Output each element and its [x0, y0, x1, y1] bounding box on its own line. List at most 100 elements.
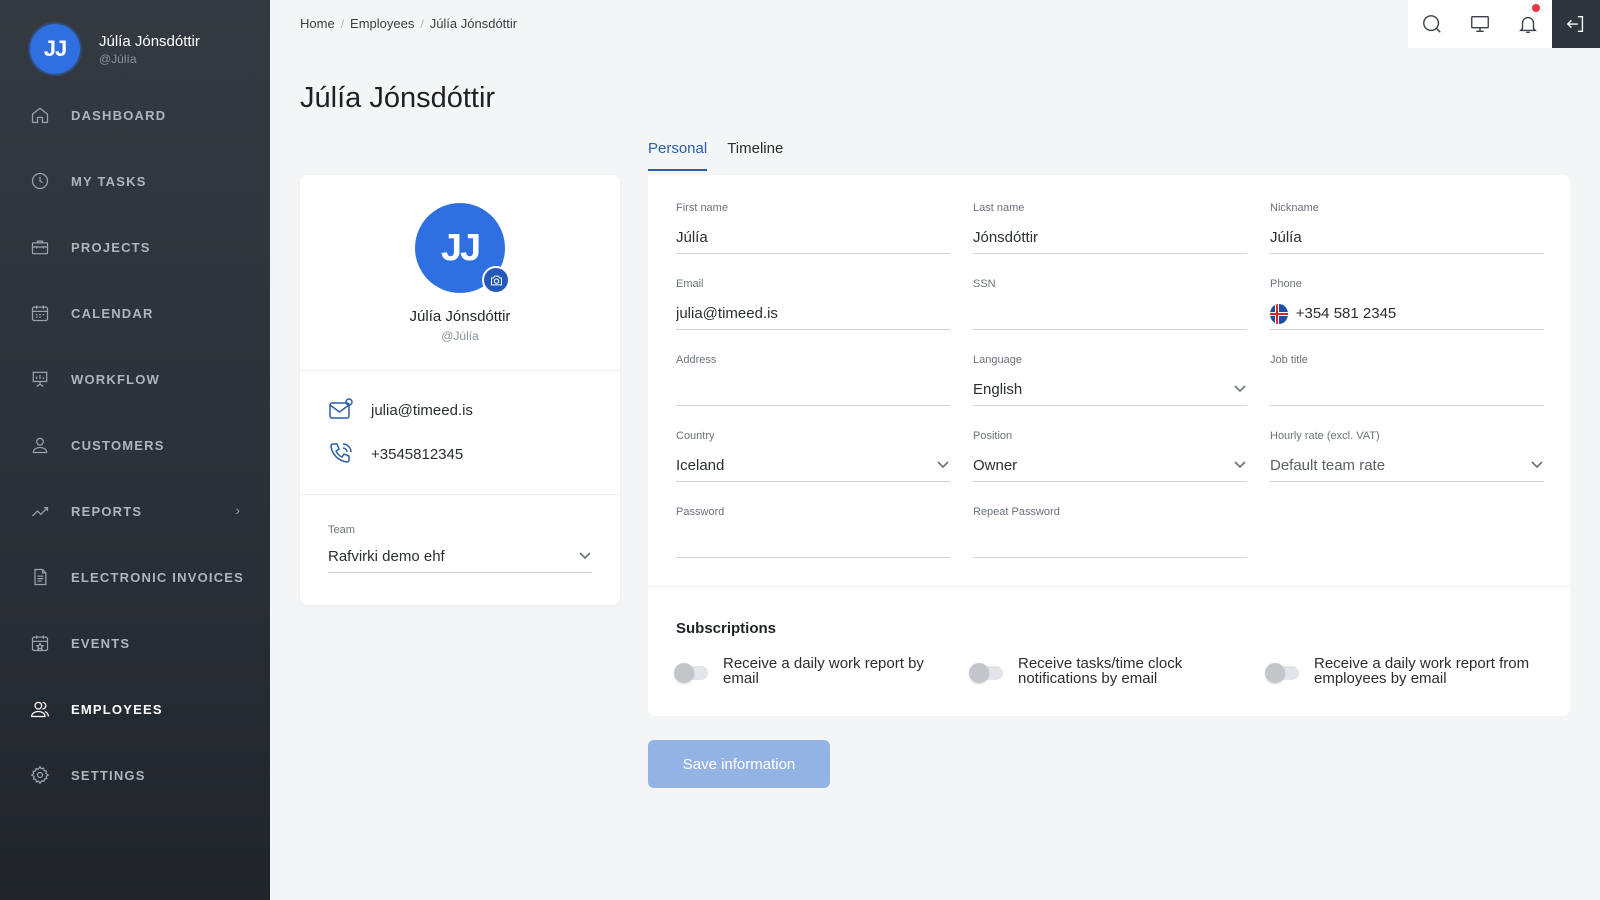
address-input[interactable]: [676, 381, 950, 398]
language-field: Language English: [973, 354, 1247, 406]
language-select[interactable]: English: [973, 374, 1247, 406]
clock-icon: [30, 171, 50, 191]
position-field: Position Owner: [973, 430, 1247, 482]
sidebar-item-label: DASHBOARD: [71, 107, 167, 123]
ssn-input[interactable]: [973, 305, 1247, 322]
address-field: Address: [676, 354, 950, 406]
sidebar-item-label: EVENTS: [71, 635, 131, 651]
sidebar-item-reports[interactable]: REPORTS ›: [0, 478, 270, 544]
save-button[interactable]: Save information: [648, 740, 830, 788]
iceland-flag-icon[interactable]: [1270, 303, 1288, 324]
display-button[interactable]: [1456, 0, 1504, 48]
profile-email[interactable]: julia@timeed.is: [371, 402, 473, 419]
current-user[interactable]: JJ Júlía Jónsdóttir @Júlía: [30, 24, 200, 74]
sidebar-item-dashboard[interactable]: DASHBOARD: [0, 82, 270, 148]
profile-phone[interactable]: +3545812345: [371, 446, 463, 463]
country-field: Country Iceland: [676, 430, 950, 482]
breadcrumb-home[interactable]: Home: [300, 16, 335, 31]
sidebar-item-events[interactable]: EVENTS: [0, 610, 270, 676]
logout-button[interactable]: [1552, 0, 1600, 48]
repeat-password-label: Repeat Password: [973, 506, 1060, 518]
tab-personal[interactable]: Personal: [648, 140, 708, 171]
team-label: Team: [328, 524, 355, 536]
sidebar-item-electronic-invoices[interactable]: ELECTRONIC INVOICES: [0, 544, 270, 610]
phone-field: Phone: [1270, 278, 1544, 330]
password-field: Password: [676, 506, 950, 558]
sidebar-item-my-tasks[interactable]: MY TASKS: [0, 148, 270, 214]
hourly-rate-select[interactable]: Default team rate: [1270, 450, 1544, 482]
password-label: Password: [676, 506, 725, 518]
briefcase-icon: [30, 237, 50, 257]
chevron-down-icon: [1233, 381, 1247, 399]
tasks-notifications-toggle[interactable]: [969, 663, 1003, 683]
user-icon: [30, 435, 50, 455]
camera-icon: [490, 275, 502, 285]
search-button[interactable]: [1408, 0, 1456, 48]
sidebar-item-settings[interactable]: SETTINGS: [0, 742, 270, 808]
repeat-password-input[interactable]: [973, 533, 1247, 550]
sidebar-item-workflow[interactable]: WORKFLOW: [0, 346, 270, 412]
phone-icon: [330, 443, 352, 463]
employee-reports-toggle[interactable]: [1265, 663, 1299, 683]
language-label: Language: [973, 354, 1022, 366]
profile-tabs: Personal Timeline: [648, 140, 803, 171]
subscription-label: Receive a daily work report by email: [723, 655, 924, 687]
hourly-rate-label: Hourly rate (excl. VAT): [1270, 430, 1380, 442]
nickname-field: Nickname: [1270, 202, 1544, 254]
position-select[interactable]: Owner: [973, 450, 1247, 482]
sidebar-item-label: SETTINGS: [71, 767, 146, 783]
position-label: Position: [973, 430, 1013, 442]
sidebar-item-projects[interactable]: PROJECTS: [0, 214, 270, 280]
notifications-button[interactable]: [1504, 0, 1552, 48]
chevron-right-icon[interactable]: ›: [235, 502, 240, 518]
address-label: Address: [676, 354, 717, 366]
country-label: Country: [676, 430, 715, 442]
first-name-input[interactable]: [676, 229, 950, 246]
page-title: Júlía Jónsdóttir: [300, 82, 496, 114]
subscription-daily-report: Receive a daily work report by email: [674, 655, 953, 687]
users-icon: [30, 699, 50, 719]
hourly-rate-value: Default team rate: [1270, 457, 1386, 474]
user-name: Júlía Jónsdóttir: [99, 32, 200, 50]
password-input[interactable]: [676, 533, 950, 550]
profile-name: Júlía Jónsdóttir: [409, 308, 511, 325]
subscription-label: Receive a daily work report from employe…: [1314, 655, 1530, 687]
sidebar: JJ Júlía Jónsdóttir @Júlía DASHBOARD MY …: [0, 0, 270, 900]
avatar[interactable]: JJ: [30, 24, 80, 74]
daily-report-toggle[interactable]: [674, 663, 708, 683]
sidebar-item-calendar[interactable]: CALENDAR: [0, 280, 270, 346]
logout-icon: [1566, 15, 1584, 33]
phone-input[interactable]: [1295, 305, 1497, 322]
profile-handle: @Júlía: [441, 329, 479, 343]
sidebar-item-label: WORKFLOW: [71, 371, 161, 387]
repeat-password-field: Repeat Password: [973, 506, 1247, 558]
breadcrumb-separator: /: [420, 16, 424, 31]
subscriptions-title: Subscriptions: [676, 620, 777, 637]
sidebar-item-label: MY TASKS: [71, 173, 147, 189]
sidebar-nav: DASHBOARD MY TASKS PROJECTS CALENDAR WOR…: [0, 82, 270, 808]
team-select[interactable]: Rafvirki demo ehf: [328, 541, 592, 573]
ssn-label: SSN: [973, 278, 996, 290]
job-title-input[interactable]: [1270, 381, 1544, 398]
email-label: Email: [676, 278, 704, 290]
sidebar-item-customers[interactable]: CUSTOMERS: [0, 412, 270, 478]
last-name-input[interactable]: [973, 229, 1247, 246]
email-input[interactable]: [676, 305, 950, 322]
email-field: Email: [676, 278, 950, 330]
tab-timeline[interactable]: Timeline: [727, 140, 783, 171]
country-select[interactable]: Iceland: [676, 450, 950, 482]
subscription-label: Receive tasks/time clock notifications b…: [1018, 655, 1183, 687]
subscription-tasks-notifications: Receive tasks/time clock notifications b…: [969, 655, 1248, 687]
profile-phone-row: +3545812345: [328, 441, 463, 467]
breadcrumb: Home / Employees / Júlía Jónsdóttir: [300, 16, 517, 31]
job-title-field: Job title: [1270, 354, 1544, 406]
sidebar-item-label: REPORTS: [71, 503, 143, 519]
breadcrumb-employees[interactable]: Employees: [350, 16, 414, 31]
sidebar-item-employees[interactable]: EMPLOYEES: [0, 676, 270, 742]
nickname-input[interactable]: [1270, 229, 1544, 246]
change-photo-button[interactable]: [482, 266, 510, 294]
presentation-icon: [30, 369, 50, 389]
first-name-label: First name: [676, 202, 728, 214]
chevron-down-icon: [1530, 457, 1544, 475]
chart-line-icon: [30, 501, 50, 521]
